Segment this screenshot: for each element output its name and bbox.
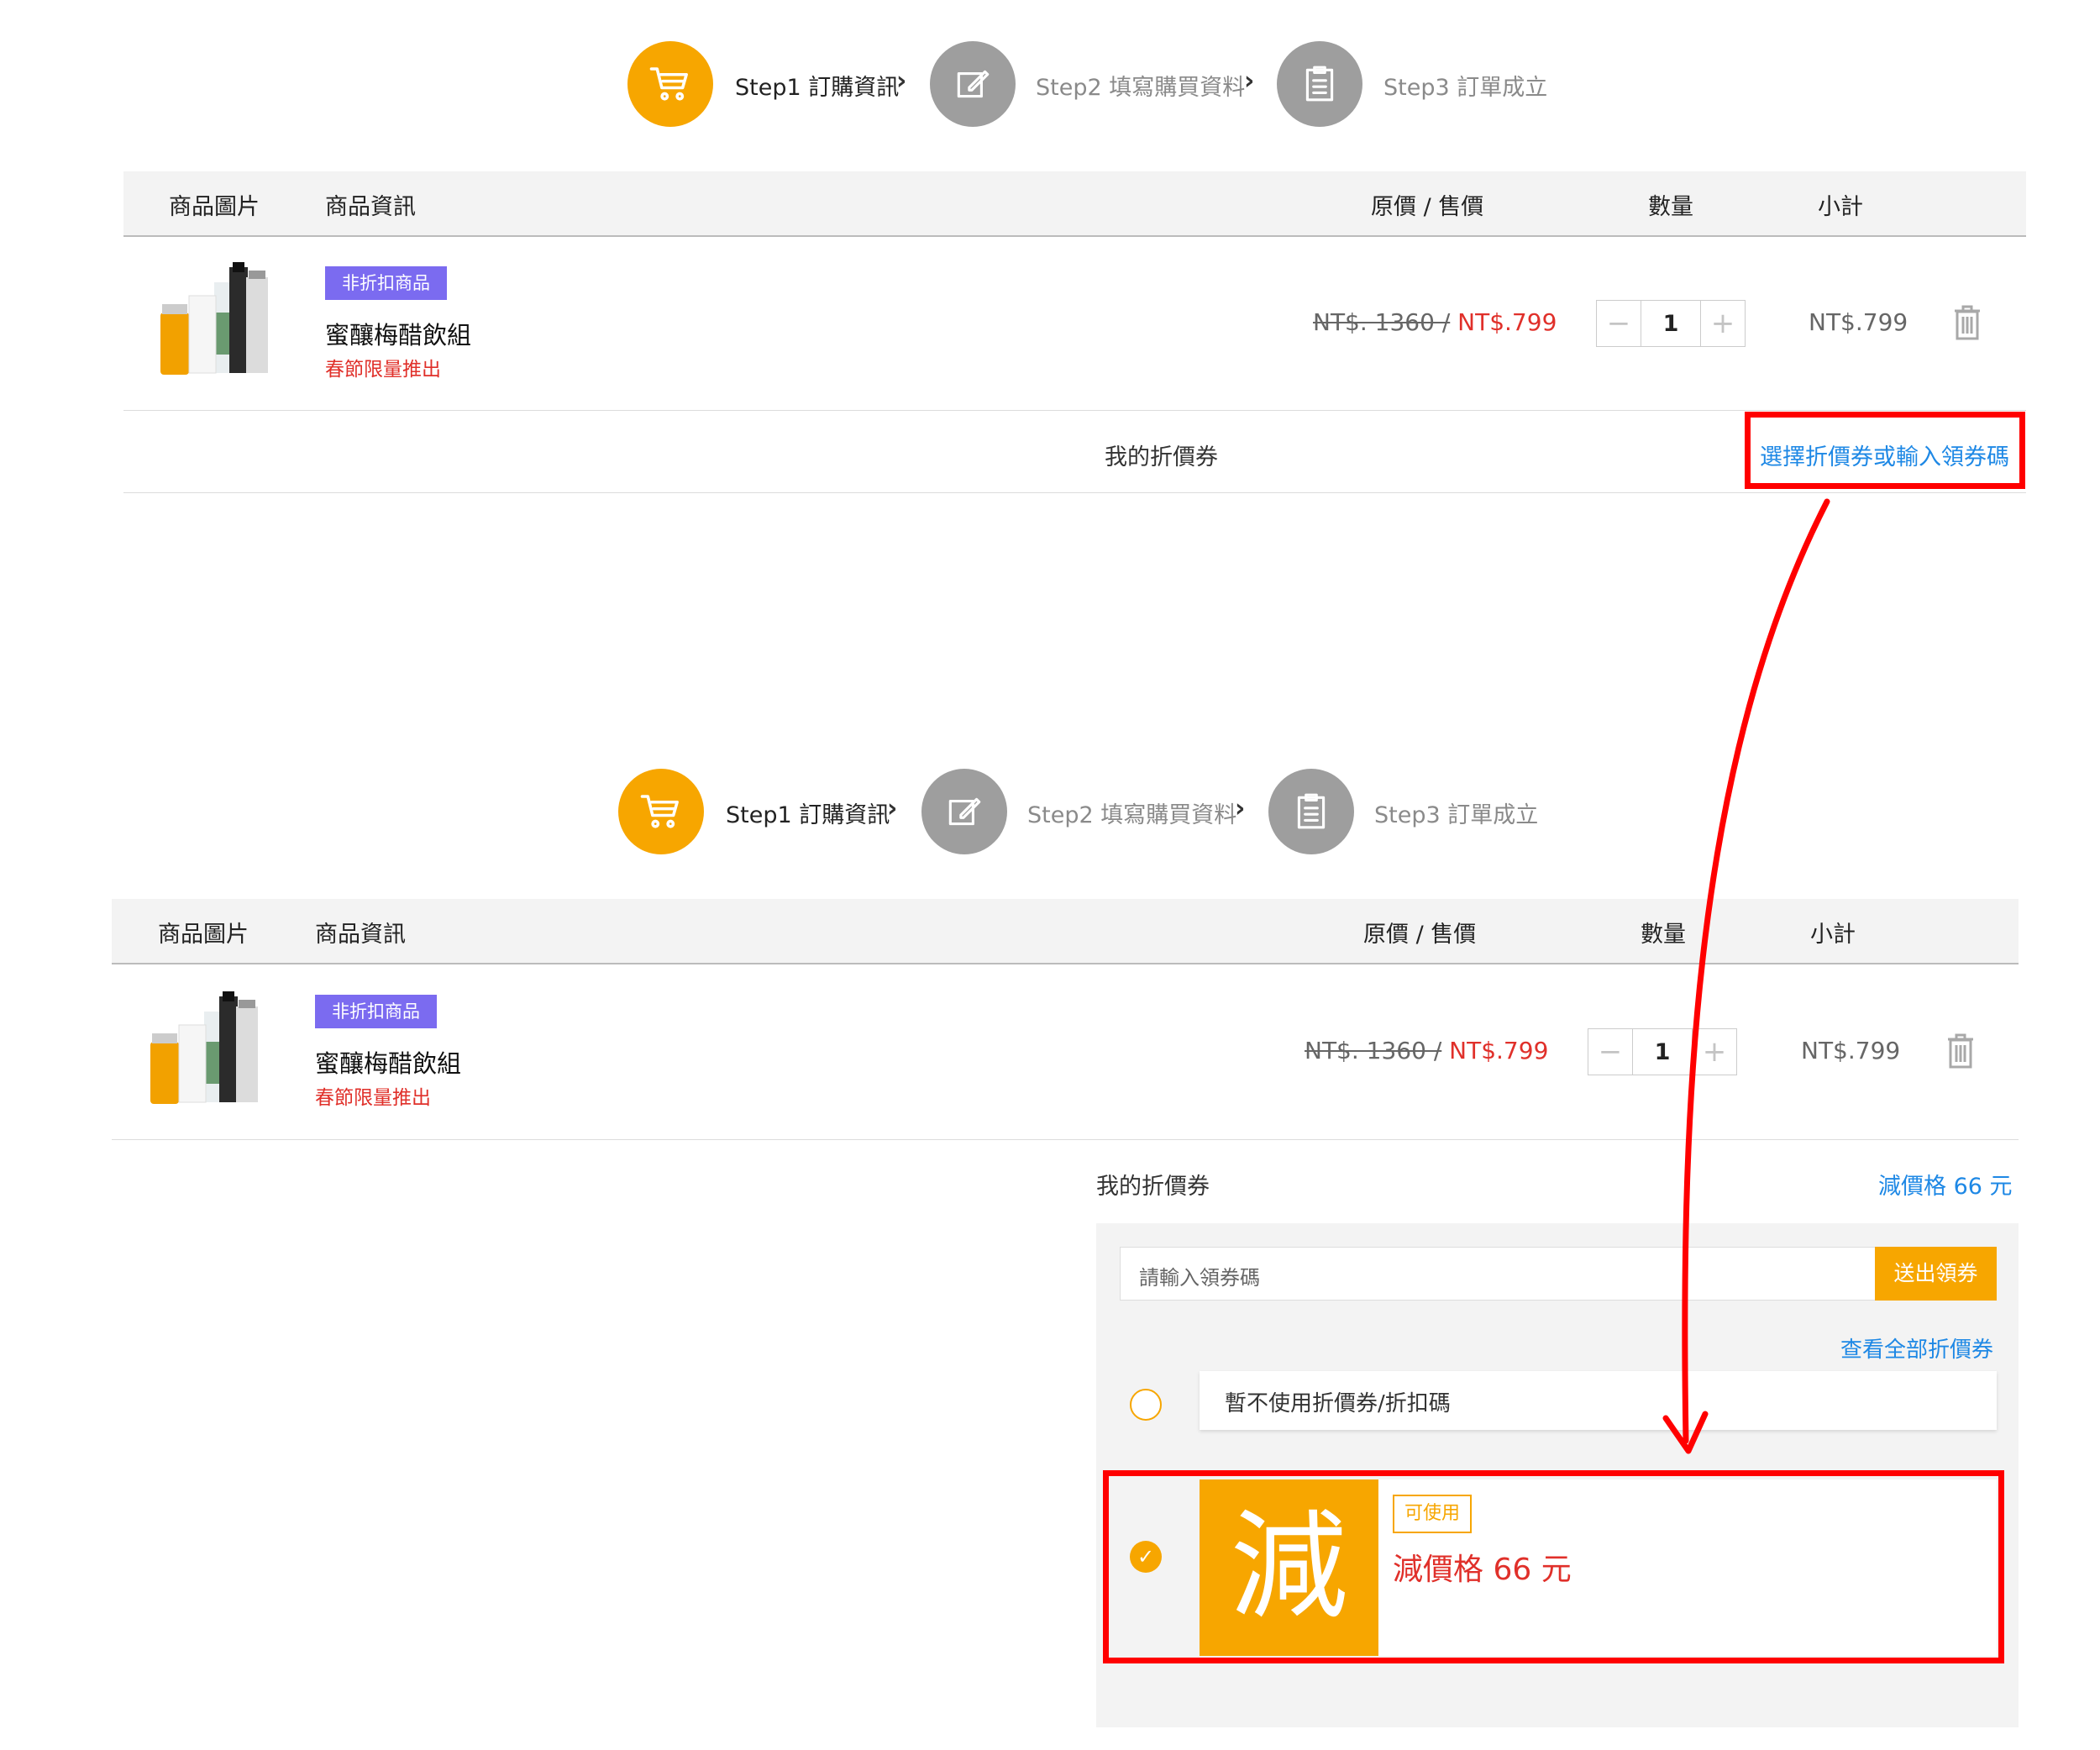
- annotation-arrow: [1662, 498, 1830, 1454]
